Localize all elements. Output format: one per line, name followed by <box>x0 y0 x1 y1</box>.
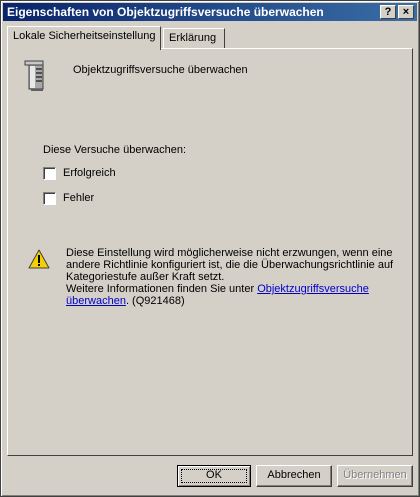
help-button[interactable]: ? <box>380 5 396 19</box>
tab-panel: Objektzugriffsversuche überwachen Diese … <box>7 48 413 456</box>
properties-dialog: Eigenschaften von Objektzugriffsversuche… <box>0 0 420 497</box>
ok-label: OK <box>206 469 222 481</box>
more-info-prefix: Weitere Informationen finden Sie unter <box>66 283 258 295</box>
success-label[interactable]: Erfolgreich <box>63 167 116 179</box>
policy-name: Objektzugriffsversuche überwachen <box>73 64 248 76</box>
cancel-button[interactable]: Abbrechen <box>256 465 332 487</box>
close-button[interactable]: × <box>398 5 414 19</box>
window-title: Eigenschaften von Objektzugriffsversuche… <box>7 5 324 19</box>
kb-reference: . (Q921468) <box>125 295 185 307</box>
ok-button[interactable]: OK <box>177 465 251 487</box>
warning-message: Diese Einstellung wird möglicherweise ni… <box>66 247 396 307</box>
warning-icon <box>28 249 50 269</box>
tab-explanation[interactable]: Erklärung <box>163 28 225 48</box>
failure-checkbox[interactable] <box>43 192 56 205</box>
failure-label[interactable]: Fehler <box>63 192 94 204</box>
server-icon <box>24 60 44 91</box>
warning-text: Diese Einstellung wird möglicherweise ni… <box>66 247 394 283</box>
tab-local-security-setting[interactable]: Lokale Sicherheitseinstellung <box>7 26 161 50</box>
apply-button: Übernehmen <box>337 465 413 487</box>
audit-group-label: Diese Versuche überwachen: <box>43 144 187 156</box>
title-bar[interactable]: Eigenschaften von Objektzugriffsversuche… <box>3 3 417 21</box>
success-checkbox[interactable] <box>43 167 56 180</box>
